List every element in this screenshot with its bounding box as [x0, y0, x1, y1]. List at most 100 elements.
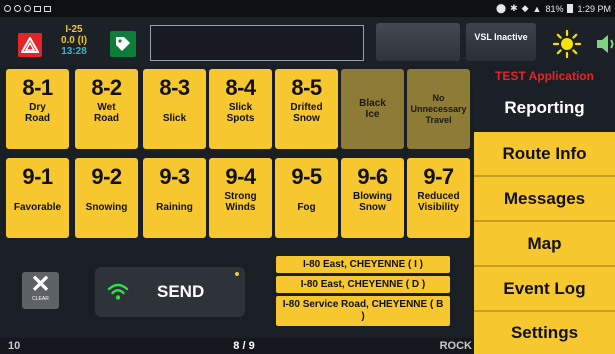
- close-icon: ✕: [30, 271, 51, 298]
- menu-label: Map: [527, 233, 562, 253]
- menu-route-info[interactable]: Route Info: [474, 132, 615, 175]
- day-night-button[interactable]: [552, 29, 582, 59]
- tile-label: Strong Winds: [224, 191, 257, 213]
- location-label: I-80 East, CHEYENNE ( I ): [302, 259, 424, 270]
- tile-code: 9-4: [225, 164, 256, 189]
- tile-label: Wet Road: [94, 102, 119, 124]
- menu-messages[interactable]: Messages: [474, 177, 615, 220]
- milepost: 0.0 (I): [60, 35, 88, 46]
- send-indicator-dot: [235, 272, 239, 276]
- location-option[interactable]: I-80 East, CHEYENNE ( D ): [276, 276, 450, 293]
- vsl-status-label: VSL Inactive: [474, 32, 528, 42]
- tile-code: 9-7: [423, 164, 454, 189]
- tile-8-1[interactable]: 8-1 Dry Road: [6, 69, 69, 149]
- menu-label: Reporting: [504, 97, 585, 117]
- cell-signal-icon: ▲: [532, 3, 542, 14]
- menu-label: Route Info: [502, 143, 587, 163]
- location-label: I-80 East, CHEYENNE ( D ): [300, 279, 426, 290]
- tile-label: Blowing Snow: [353, 191, 392, 213]
- tile-code: 8-3: [159, 75, 190, 100]
- battery-icon: [567, 4, 574, 13]
- route-info-display: I-25 0.0 (I) 13:28: [52, 24, 96, 57]
- notification-icon: [4, 5, 11, 12]
- menu-event-log[interactable]: Event Log: [474, 267, 615, 310]
- send-button[interactable]: SEND: [95, 267, 245, 317]
- menu-settings[interactable]: Settings: [474, 312, 615, 354]
- tile-code: 8-4: [225, 75, 256, 100]
- menu-label: Settings: [510, 323, 579, 342]
- tile-9-6[interactable]: 9-6 Blowing Snow: [341, 158, 404, 238]
- notification-icon: [14, 5, 21, 12]
- tile-8-4[interactable]: 8-4 Slick Spots: [209, 69, 272, 149]
- tile-9-1[interactable]: 9-1 Favorable: [6, 158, 69, 238]
- tile-label: Dry Road: [25, 102, 50, 124]
- clear-label: CLEAR: [32, 296, 49, 302]
- tile-no-unnecessary-travel[interactable]: No Unnecessary Travel: [407, 69, 470, 149]
- sun-icon: [552, 29, 582, 59]
- tile-9-4[interactable]: 9-4 Strong Winds: [209, 158, 272, 238]
- tile-code: 9-5: [291, 164, 322, 189]
- location-icon: ⬤: [495, 3, 507, 13]
- tile-code: 9-1: [22, 164, 53, 189]
- location-option[interactable]: I-80 Service Road, CHEYENNE ( B ): [276, 296, 450, 326]
- menu-reporting[interactable]: Reporting: [474, 86, 615, 129]
- notification-icons: [4, 5, 51, 12]
- tile-9-5[interactable]: 9-5 Fog: [275, 158, 338, 238]
- tile-8-2[interactable]: 8-2 Wet Road: [75, 69, 138, 149]
- tag-icon: [116, 37, 130, 51]
- tile-9-3[interactable]: 9-3 Raining: [143, 158, 206, 238]
- send-label: SEND: [157, 282, 205, 301]
- system-indicators: ⬤ ✱ ◆ ▲ 81% 1:29 PM: [496, 3, 611, 14]
- system-status-bar: ⬤ ✱ ◆ ▲ 81% 1:29 PM: [0, 0, 615, 17]
- clock: 13:28: [61, 46, 87, 57]
- location-label: I-80 Service Road, CHEYENNE ( B ): [282, 299, 444, 322]
- route-name: I-25: [65, 24, 83, 35]
- test-application-label: TEST Application: [495, 69, 594, 83]
- hazard-triangle-icon: [21, 37, 39, 53]
- menu-map[interactable]: Map: [474, 222, 615, 265]
- tile-code: 8-1: [22, 75, 53, 100]
- clear-button[interactable]: ✕ CLEAR: [22, 272, 59, 309]
- tile-label: Favorable: [13, 202, 62, 213]
- vsl-status-button[interactable]: VSL Inactive: [466, 23, 536, 61]
- notification-icon: [24, 5, 31, 12]
- tile-code: 8-5: [291, 75, 322, 100]
- bottom-right-value: ROCK: [439, 340, 472, 352]
- menu-label: Event Log: [503, 278, 586, 298]
- tile-8-3[interactable]: 8-3 Slick: [143, 69, 206, 149]
- page-indicator: 8 / 9: [233, 340, 255, 352]
- tile-label: Black Ice: [359, 98, 386, 120]
- tile-label: Slick Spots: [226, 102, 255, 124]
- menu-label: Messages: [503, 188, 586, 208]
- tile-8-5[interactable]: 8-5 Drifted Snow: [275, 69, 338, 149]
- tile-code: 9-2: [91, 164, 122, 189]
- speaker-icon: [597, 35, 614, 53]
- tile-label: Reduced Visibility: [417, 191, 460, 213]
- hazard-button[interactable]: [18, 33, 42, 57]
- tile-code: 9-3: [159, 164, 190, 189]
- wifi-icon: [107, 283, 129, 300]
- tile-code: 9-6: [357, 164, 388, 189]
- notification-icon: [34, 5, 41, 12]
- header-blank-button[interactable]: [376, 23, 460, 61]
- tile-9-7[interactable]: 9-7 Reduced Visibility: [407, 158, 470, 238]
- location-option[interactable]: I-80 East, CHEYENNE ( I ): [276, 256, 450, 273]
- battery-percent: 81%: [545, 3, 564, 14]
- volume-button[interactable]: [594, 31, 615, 57]
- tile-label: Drifted Snow: [290, 102, 323, 124]
- bottom-status-bar: 10 8 / 9 ROCK: [0, 338, 474, 354]
- bluetooth-icon: ✱: [510, 3, 518, 13]
- bottom-left-value: 10: [8, 340, 21, 352]
- message-display-box: [150, 25, 364, 61]
- tile-label: Raining: [156, 202, 193, 213]
- tile-9-2[interactable]: 9-2 Snowing: [75, 158, 138, 238]
- app-header: I-25 0.0 (I) 13:28 VSL Inactive: [0, 17, 615, 66]
- system-time: 1:29 PM: [577, 3, 611, 14]
- tag-button[interactable]: [110, 31, 136, 57]
- tile-label: No Unnecessary Travel: [410, 92, 467, 125]
- tile-label: Fog: [297, 202, 316, 213]
- notification-icon: [44, 5, 51, 12]
- wifi-signal-icon: ◆: [521, 3, 529, 13]
- tile-label: Snowing: [85, 202, 128, 213]
- tile-black-ice[interactable]: Black Ice: [341, 69, 404, 149]
